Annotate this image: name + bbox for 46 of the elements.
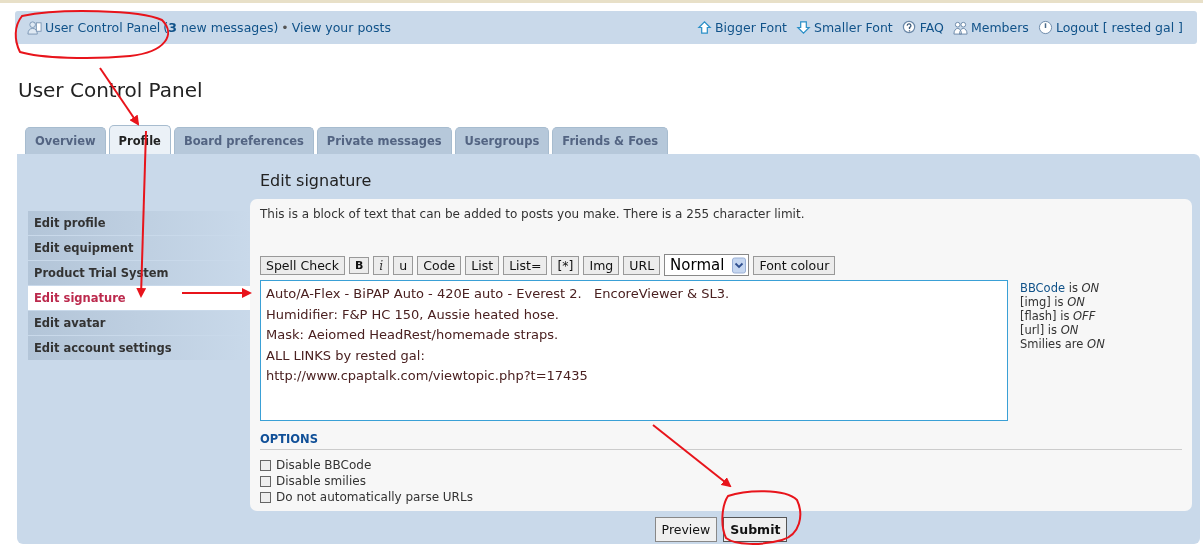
- format-button[interactable]: Spell Check: [260, 255, 345, 275]
- annotation-arrow: [181, 288, 252, 298]
- posts-link[interactable]: View your posts: [291, 20, 391, 35]
- options-heading: OPTIONS: [260, 432, 1182, 450]
- format-button[interactable]: Font colour: [753, 255, 836, 275]
- font-size-dropdown[interactable]: Normal: [664, 254, 750, 276]
- option-label: Disable BBCode: [276, 458, 372, 472]
- signature-textarea[interactable]: Auto/A-Flex - BiPAP Auto - 420E auto - Everest 2. EncoreViewer & SL3. Humidifier: F&P HC 150, Aussie heated hose. Mask: Aeiomed HeadRest/homemade straps. ALL LINKS by rested gal: http://www.cpaptalk.com/viewtopic.php?t=17435: [260, 280, 1008, 421]
- checkbox[interactable]: [260, 459, 271, 471]
- people-icon: [952, 20, 968, 35]
- header-link[interactable]: Bigger Font: [715, 20, 787, 35]
- user-card-icon: [27, 20, 42, 35]
- header-link[interactable]: Smaller Font: [814, 20, 893, 35]
- status-line: Smilies are ON: [1020, 337, 1105, 351]
- header-link[interactable]: Members: [970, 20, 1029, 35]
- format-button[interactable]: i: [373, 255, 390, 275]
- header-link[interactable]: FAQ: [919, 20, 944, 35]
- status-line: [flash] is OFF: [1020, 309, 1097, 323]
- power-icon: [1037, 20, 1053, 35]
- status-line: [url] is ON: [1020, 323, 1080, 337]
- header-link[interactable]: Logout [ rested gal ]: [1055, 20, 1183, 35]
- format-button[interactable]: B: [348, 256, 370, 274]
- caret-icon: [732, 256, 747, 274]
- checkbox[interactable]: [260, 491, 271, 503]
- bbcode-link[interactable]: BBCode: [1020, 281, 1066, 295]
- sidebar-item[interactable]: Edit signature: [28, 286, 250, 310]
- ucp-link[interactable]: User Control Panel: [45, 20, 161, 35]
- format-button[interactable]: URL: [623, 255, 661, 275]
- separator: •: [281, 20, 289, 35]
- option-label: Disable smilies: [276, 474, 366, 488]
- format-button[interactable]: Img: [583, 255, 620, 275]
- description-text: This is a block of text that can be added to posts you make. There is a 255 character limit.: [260, 207, 806, 221]
- help-icon: [901, 20, 917, 35]
- option-label: Do not automatically parse URLs: [276, 490, 473, 504]
- format-button[interactable]: u: [393, 255, 414, 275]
- format-button[interactable]: Code: [417, 255, 462, 275]
- down-arrow-icon: [796, 20, 811, 35]
- status-line: [img] is ON: [1020, 295, 1086, 309]
- section-title: Edit signature: [260, 171, 373, 190]
- format-button[interactable]: List: [465, 255, 500, 275]
- status-line: BBCode is ON: [1020, 281, 1101, 295]
- format-button[interactable]: [*]: [551, 255, 580, 275]
- checkbox[interactable]: [260, 475, 271, 487]
- format-button[interactable]: List=: [503, 255, 548, 275]
- submit-button[interactable]: Submit: [723, 517, 788, 542]
- preview-button[interactable]: Preview: [654, 517, 718, 542]
